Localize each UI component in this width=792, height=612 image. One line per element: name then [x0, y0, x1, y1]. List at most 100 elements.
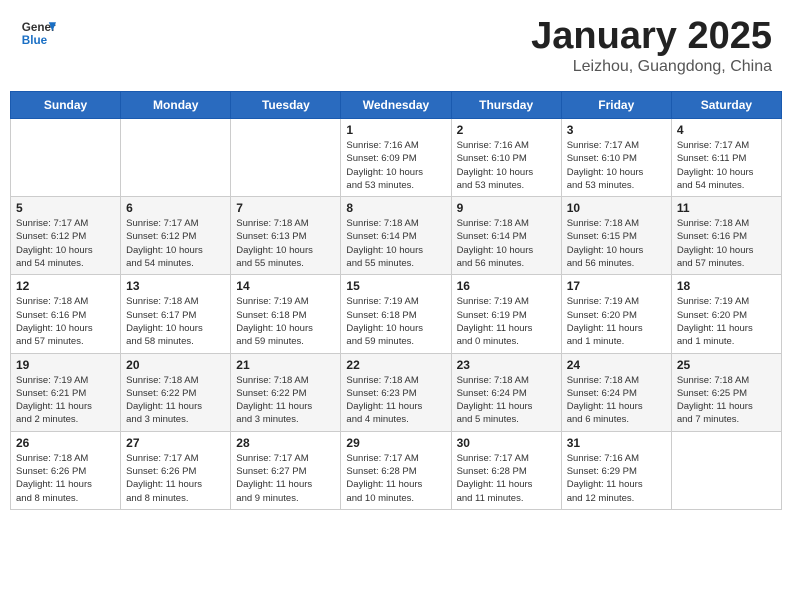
- logo: General Blue: [20, 15, 60, 51]
- header-wednesday: Wednesday: [341, 92, 451, 119]
- day-number: 25: [677, 358, 776, 372]
- table-row: 27 Sunrise: 7:17 AMSunset: 6:26 PMDayligh…: [121, 431, 231, 509]
- table-row: [121, 119, 231, 197]
- day-info: Sunrise: 7:18 AMSunset: 6:14 PMDaylight:…: [457, 217, 556, 270]
- day-number: 5: [16, 201, 115, 215]
- table-row: 9 Sunrise: 7:18 AMSunset: 6:14 PMDaylight…: [451, 197, 561, 275]
- header-sunday: Sunday: [11, 92, 121, 119]
- day-number: 8: [346, 201, 445, 215]
- day-number: 27: [126, 436, 225, 450]
- day-number: 22: [346, 358, 445, 372]
- week-row-2: 5 Sunrise: 7:17 AMSunset: 6:12 PMDaylight…: [11, 197, 782, 275]
- day-number: 6: [126, 201, 225, 215]
- day-info: Sunrise: 7:18 AMSunset: 6:22 PMDaylight:…: [126, 374, 225, 427]
- day-info: Sunrise: 7:17 AMSunset: 6:11 PMDaylight:…: [677, 139, 776, 192]
- header-monday: Monday: [121, 92, 231, 119]
- table-row: 16Sunrise: 7:19 AMSunset: 6:19 PMDayligh…: [451, 275, 561, 353]
- day-number: 7: [236, 201, 335, 215]
- day-info: Sunrise: 7:19 AMSunset: 6:20 PMDaylight:…: [677, 295, 776, 348]
- table-row: 18 Sunrise: 7:19 AMSunset: 6:20 PMDayligh…: [671, 275, 781, 353]
- week-row-1: 1Sunrise: 7:16 AMSunset: 6:09 PMDaylight…: [11, 119, 782, 197]
- day-info: Sunrise: 7:18 AMSunset: 6:16 PMDaylight:…: [16, 295, 115, 348]
- table-row: 29 Sunrise: 7:17 AMSunset: 6:28 PMDayligh…: [341, 431, 451, 509]
- day-number: 15: [346, 279, 445, 293]
- table-row: 25 Sunrise: 7:18 AMSunset: 6:25 PMDayligh…: [671, 353, 781, 431]
- table-row: 21 Sunrise: 7:18 AMSunset: 6:22 PMDayligh…: [231, 353, 341, 431]
- day-number: 26: [16, 436, 115, 450]
- table-row: 2 Sunrise: 7:16 AMSunset: 6:10 PMDaylight…: [451, 119, 561, 197]
- table-row: 4 Sunrise: 7:17 AMSunset: 6:11 PMDaylight…: [671, 119, 781, 197]
- table-row: 11 Sunrise: 7:18 AMSunset: 6:16 PMDayligh…: [671, 197, 781, 275]
- day-info: Sunrise: 7:18 AMSunset: 6:14 PMDaylight:…: [346, 217, 445, 270]
- table-row: 5Sunrise: 7:17 AMSunset: 6:12 PMDaylight…: [11, 197, 121, 275]
- day-number: 1: [346, 123, 445, 137]
- table-row: 31Sunrise: 7:16 AMSunset: 6:29 PMDayligh…: [561, 431, 671, 509]
- day-number: 30: [457, 436, 556, 450]
- page-header: General Blue January 2025 Leizhou, Guang…: [10, 10, 782, 81]
- day-info: Sunrise: 7:18 AMSunset: 6:24 PMDaylight:…: [567, 374, 666, 427]
- table-row: 1Sunrise: 7:16 AMSunset: 6:09 PMDaylight…: [341, 119, 451, 197]
- day-number: 21: [236, 358, 335, 372]
- day-number: 10: [567, 201, 666, 215]
- day-info: Sunrise: 7:16 AMSunset: 6:10 PMDaylight:…: [457, 139, 556, 192]
- day-number: 2: [457, 123, 556, 137]
- table-row: 20 Sunrise: 7:18 AMSunset: 6:22 PMDayligh…: [121, 353, 231, 431]
- day-info: Sunrise: 7:16 AMSunset: 6:29 PMDaylight:…: [567, 452, 666, 505]
- table-row: 10Sunrise: 7:18 AMSunset: 6:15 PMDayligh…: [561, 197, 671, 275]
- day-number: 3: [567, 123, 666, 137]
- day-info: Sunrise: 7:17 AMSunset: 6:12 PMDaylight:…: [126, 217, 225, 270]
- calendar-table: Sunday Monday Tuesday Wednesday Thursday…: [10, 91, 782, 510]
- day-number: 24: [567, 358, 666, 372]
- header-tuesday: Tuesday: [231, 92, 341, 119]
- table-row: 7 Sunrise: 7:18 AMSunset: 6:13 PMDaylight…: [231, 197, 341, 275]
- day-info: Sunrise: 7:18 AMSunset: 6:24 PMDaylight:…: [457, 374, 556, 427]
- table-row: [671, 431, 781, 509]
- calendar-title: January 2025: [531, 15, 772, 58]
- day-info: Sunrise: 7:19 AMSunset: 6:21 PMDaylight:…: [16, 374, 115, 427]
- day-info: Sunrise: 7:19 AMSunset: 6:20 PMDaylight:…: [567, 295, 666, 348]
- day-number: 19: [16, 358, 115, 372]
- day-number: 28: [236, 436, 335, 450]
- header-thursday: Thursday: [451, 92, 561, 119]
- day-info: Sunrise: 7:17 AMSunset: 6:26 PMDaylight:…: [126, 452, 225, 505]
- day-number: 12: [16, 279, 115, 293]
- day-info: Sunrise: 7:18 AMSunset: 6:26 PMDaylight:…: [16, 452, 115, 505]
- day-info: Sunrise: 7:17 AMSunset: 6:28 PMDaylight:…: [457, 452, 556, 505]
- day-info: Sunrise: 7:18 AMSunset: 6:23 PMDaylight:…: [346, 374, 445, 427]
- day-number: 9: [457, 201, 556, 215]
- table-row: 15 Sunrise: 7:19 AMSunset: 6:18 PMDayligh…: [341, 275, 451, 353]
- day-info: Sunrise: 7:17 AMSunset: 6:28 PMDaylight:…: [346, 452, 445, 505]
- day-info: Sunrise: 7:17 AMSunset: 6:27 PMDaylight:…: [236, 452, 335, 505]
- table-row: 3 Sunrise: 7:17 AMSunset: 6:10 PMDaylight…: [561, 119, 671, 197]
- day-info: Sunrise: 7:18 AMSunset: 6:17 PMDaylight:…: [126, 295, 225, 348]
- day-number: 17: [567, 279, 666, 293]
- table-row: [11, 119, 121, 197]
- day-info: Sunrise: 7:19 AMSunset: 6:18 PMDaylight:…: [346, 295, 445, 348]
- table-row: 17 Sunrise: 7:19 AMSunset: 6:20 PMDayligh…: [561, 275, 671, 353]
- day-info: Sunrise: 7:19 AMSunset: 6:18 PMDaylight:…: [236, 295, 335, 348]
- day-info: Sunrise: 7:18 AMSunset: 6:22 PMDaylight:…: [236, 374, 335, 427]
- day-number: 20: [126, 358, 225, 372]
- table-row: 12 Sunrise: 7:18 AMSunset: 6:16 PMDayligh…: [11, 275, 121, 353]
- calendar-location: Leizhou, Guangdong, China: [531, 58, 772, 76]
- table-row: 6 Sunrise: 7:17 AMSunset: 6:12 PMDaylight…: [121, 197, 231, 275]
- day-number: 18: [677, 279, 776, 293]
- weekday-header-row: Sunday Monday Tuesday Wednesday Thursday…: [11, 92, 782, 119]
- week-row-5: 26 Sunrise: 7:18 AMSunset: 6:26 PMDayligh…: [11, 431, 782, 509]
- table-row: 8 Sunrise: 7:18 AMSunset: 6:14 PMDaylight…: [341, 197, 451, 275]
- day-info: Sunrise: 7:18 AMSunset: 6:13 PMDaylight:…: [236, 217, 335, 270]
- table-row: 13 Sunrise: 7:18 AMSunset: 6:17 PMDayligh…: [121, 275, 231, 353]
- day-info: Sunrise: 7:18 AMSunset: 6:16 PMDaylight:…: [677, 217, 776, 270]
- day-number: 29: [346, 436, 445, 450]
- day-info: Sunrise: 7:17 AMSunset: 6:10 PMDaylight:…: [567, 139, 666, 192]
- day-info: Sunrise: 7:18 AMSunset: 6:25 PMDaylight:…: [677, 374, 776, 427]
- table-row: 23Sunrise: 7:18 AMSunset: 6:24 PMDayligh…: [451, 353, 561, 431]
- title-block: January 2025 Leizhou, Guangdong, China: [531, 15, 772, 76]
- day-number: 14: [236, 279, 335, 293]
- table-row: [231, 119, 341, 197]
- day-number: 4: [677, 123, 776, 137]
- day-number: 13: [126, 279, 225, 293]
- week-row-4: 19 Sunrise: 7:19 AMSunset: 6:21 PMDayligh…: [11, 353, 782, 431]
- table-row: 14 Sunrise: 7:19 AMSunset: 6:18 PMDayligh…: [231, 275, 341, 353]
- day-number: 11: [677, 201, 776, 215]
